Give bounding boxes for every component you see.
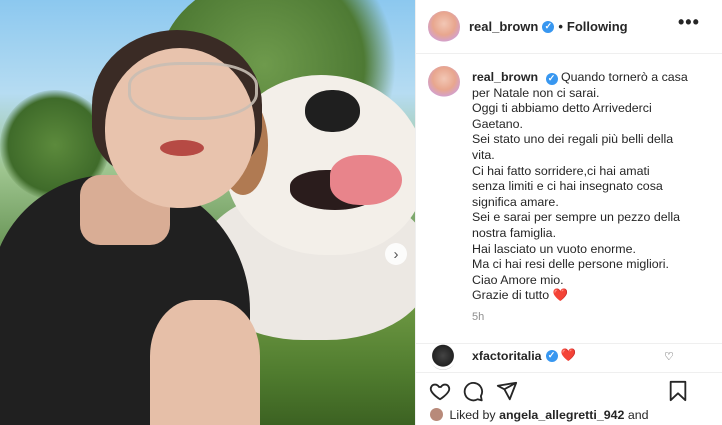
separator-dot: •: [558, 19, 563, 34]
action-bar: [416, 372, 722, 406]
caption-author-avatar[interactable]: [428, 66, 460, 98]
bookmark-icon[interactable]: [666, 379, 690, 403]
caption-username[interactable]: real_brown: [472, 70, 538, 84]
liker-avatar[interactable]: [430, 408, 443, 421]
caption-line: Ciao Amore mio.: [472, 272, 564, 287]
caption-line: Ma ci hai resi delle persone migliori.: [472, 257, 669, 272]
liked-by-line: Liked by angela_allegretti_942 and: [430, 408, 649, 422]
caption-line: Gaetano.: [472, 116, 523, 131]
post-timestamp[interactable]: 5h: [472, 311, 484, 323]
instagram-post: › real_brown ✓ • Following ••• real_brow…: [0, 0, 722, 425]
commenter-avatar[interactable]: [430, 344, 456, 370]
verified-badge-icon: ✓: [545, 349, 558, 362]
post-side-panel: real_brown ✓ • Following ••• real_brown …: [415, 0, 722, 425]
caption-line: significa amare.: [472, 194, 559, 209]
verified-badge-icon: ✓: [542, 20, 555, 33]
share-icon[interactable]: [495, 379, 519, 403]
comment-like-heart-icon[interactable]: ♡: [664, 350, 674, 363]
comment-row: xfactoritalia ✓ ❤️ ♡: [416, 344, 722, 372]
verified-badge-icon: ✓: [545, 72, 558, 85]
chevron-right-icon: ›: [393, 245, 399, 263]
heart-icon[interactable]: [428, 379, 452, 403]
post-header: real_brown ✓ • Following •••: [416, 0, 722, 54]
caption-line: Quando tornerò a casa: [561, 70, 688, 84]
liked-by-prefix: Liked by: [449, 408, 496, 422]
caption-line: Ci hai fatto sorridere,ci hai amati: [472, 163, 650, 178]
commenter-username[interactable]: xfactoritalia: [472, 349, 542, 363]
red-heart-emoji: ❤️: [552, 288, 569, 303]
caption-line: Sei stato uno dei regali più belli della: [472, 132, 674, 147]
caption-line: vita.: [472, 147, 495, 162]
comment-heart-emoji: ❤️: [560, 348, 576, 362]
caption-line: per Natale non ci sarai.: [472, 85, 600, 100]
caption-line: nostra famiglia.: [472, 225, 557, 240]
caption-line: Oggi ti abbiamo detto Arrivederci: [472, 101, 652, 116]
author-avatar[interactable]: [428, 11, 460, 43]
author-username[interactable]: real_brown: [469, 19, 538, 34]
caption-line: senza limiti e ci hai insegnato cosa: [472, 179, 663, 194]
caption-section: real_brown ✓ Quando tornerò a casa per N…: [416, 54, 722, 344]
liked-by-user[interactable]: angela_allegretti_942: [499, 408, 624, 422]
caption-line: Grazie di tutto: [472, 288, 550, 303]
caption-line: Hai lasciato un vuoto enorme.: [472, 241, 636, 256]
following-button[interactable]: Following: [567, 19, 628, 34]
comment-icon[interactable]: [461, 379, 485, 403]
carousel-next-button[interactable]: ›: [385, 243, 407, 265]
caption-line: Sei e sarai per sempre un pezzo della: [472, 210, 681, 225]
more-options-icon[interactable]: •••: [678, 12, 700, 33]
liked-by-suffix: and: [627, 408, 649, 422]
post-photo[interactable]: ›: [0, 0, 415, 425]
caption-text: real_brown ✓ Quando tornerò a casa per N…: [472, 70, 717, 304]
